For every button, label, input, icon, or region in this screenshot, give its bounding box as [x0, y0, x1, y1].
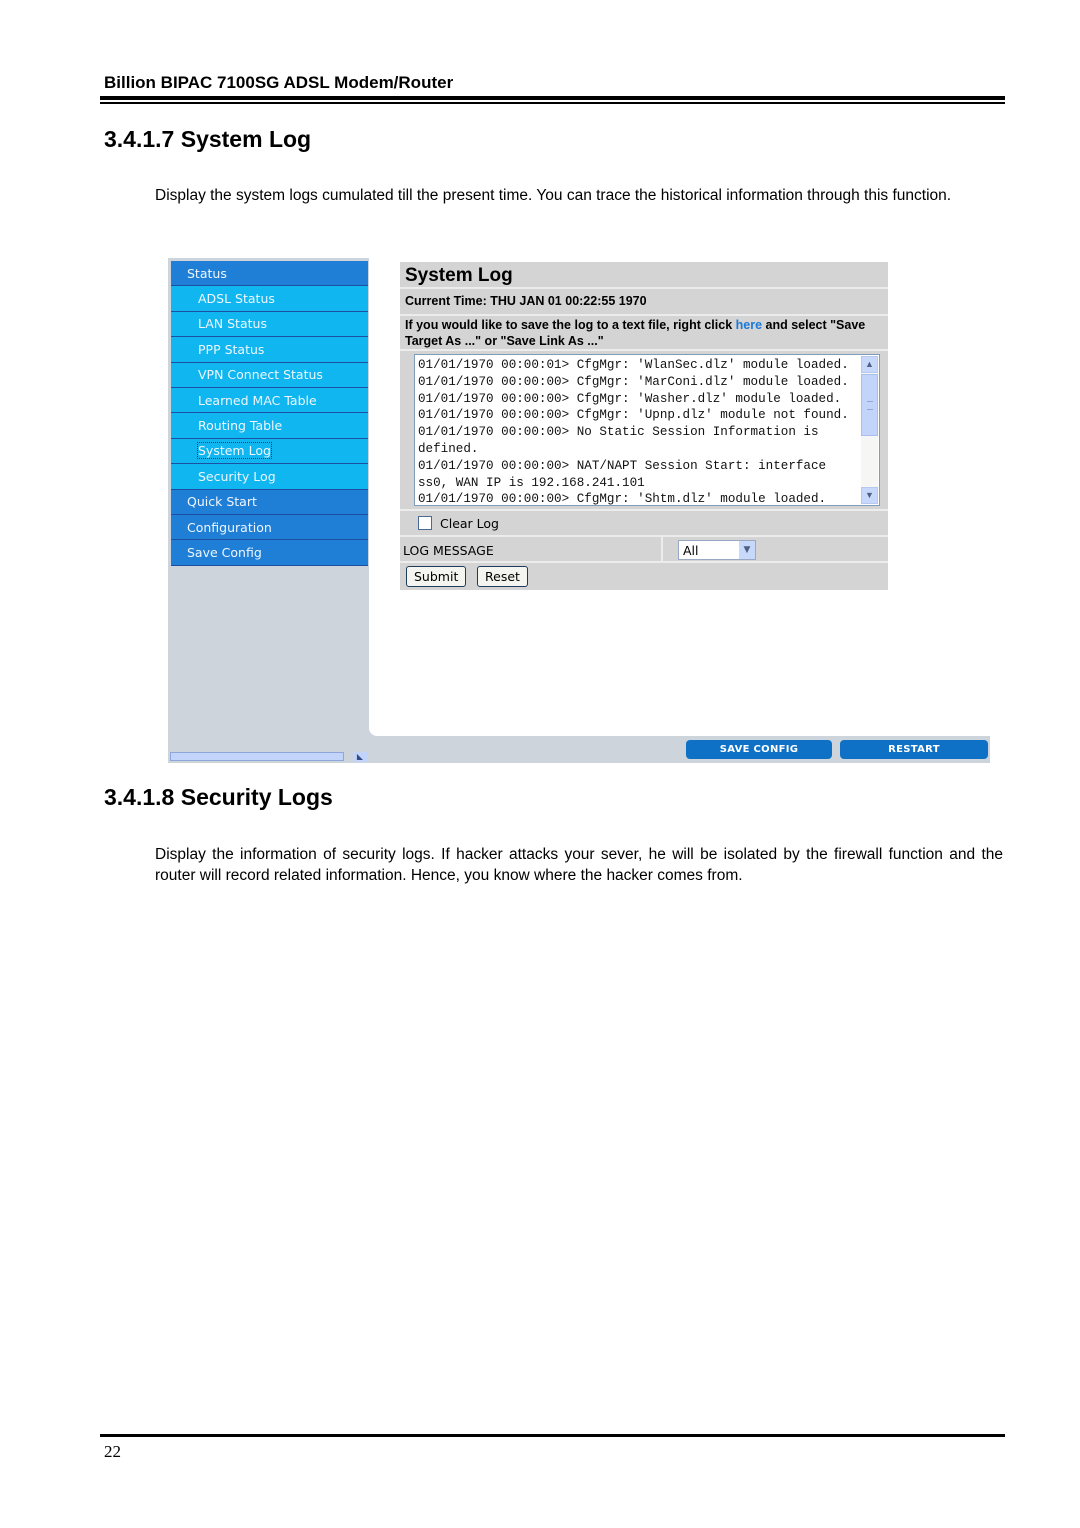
- horizontal-scrollbar[interactable]: [170, 752, 344, 761]
- log-line: 01/01/1970 00:00:01> CfgMgr: 'WlanSec.dl…: [418, 358, 849, 372]
- chevron-down-icon[interactable]: ▼: [739, 541, 755, 559]
- section-paragraph-system-log: Display the system logs cumulated till t…: [155, 187, 952, 204]
- scroll-down-icon[interactable]: ▼: [861, 487, 878, 504]
- log-textarea[interactable]: 01/01/1970 00:00:01> CfgMgr: 'WlanSec.dl…: [414, 354, 880, 506]
- sidebar-item-lan-status[interactable]: LAN Status: [171, 311, 368, 338]
- sidebar-item-learned-mac-table[interactable]: Learned MAC Table: [171, 387, 368, 414]
- save-log-hint: If you would like to save the log to a t…: [400, 316, 888, 351]
- log-line: 01/01/1970 00:00:00> CfgMgr: 'Shtm.dlz' …: [418, 492, 827, 507]
- sidebar-item-label: PPP Status: [198, 341, 265, 357]
- log-line: 01/01/1970 00:00:00> NAT/NAPT Session St…: [418, 458, 827, 473]
- clear-log-checkbox[interactable]: [418, 516, 432, 530]
- sidebar-item-label: LAN Status: [198, 316, 267, 332]
- sidebar-item-quick-start[interactable]: Quick Start: [171, 489, 368, 515]
- resize-icon[interactable]: ◣: [353, 752, 367, 762]
- panel-title: System Log: [400, 262, 888, 289]
- router-ui-screenshot: Status ADSL Status LAN Status PPP Status…: [168, 258, 990, 763]
- sidebar-item-configuration[interactable]: Configuration: [171, 514, 368, 541]
- sidebar-item-label: Security Log: [198, 468, 276, 484]
- restart-button[interactable]: RESTART: [840, 740, 988, 759]
- sidebar-item-status[interactable]: Status: [171, 261, 368, 287]
- current-time-value: THU JAN 01 00:22:55 1970: [490, 294, 647, 308]
- sidebar-item-label: Learned MAC Table: [198, 392, 317, 408]
- form-buttons-row: Submit Reset: [400, 563, 888, 590]
- sidebar-item-label: VPN Connect Status: [198, 367, 323, 383]
- current-time: Current Time: THU JAN 01 00:22:55 1970: [400, 289, 888, 316]
- save-config-button[interactable]: SAVE CONFIG: [686, 740, 832, 759]
- header-rule-thin: [100, 102, 1005, 104]
- sidebar-item-label: Quick Start: [187, 494, 257, 510]
- sidebar-item-vpn-connect-status[interactable]: VPN Connect Status: [171, 362, 368, 388]
- log-line: 01/01/1970 00:00:00> CfgMgr: 'Washer.dlz…: [418, 391, 842, 406]
- log-line: ss0, WAN IP is 192.168.241.101: [418, 475, 645, 490]
- current-time-label: Current Time:: [405, 294, 487, 308]
- sidebar-item-label: Status: [187, 265, 227, 281]
- scroll-up-icon[interactable]: ▲: [861, 356, 878, 373]
- section-title-system-log: 3.4.1.7 System Log: [104, 126, 312, 152]
- sidebar-item-routing-table[interactable]: Routing Table: [171, 413, 368, 439]
- sidebar-item-save-config[interactable]: Save Config: [171, 540, 368, 566]
- log-message-label: LOG MESSAGE: [403, 543, 494, 558]
- header-rule: [100, 96, 1005, 100]
- log-scrollbar[interactable]: ▲ ▼: [861, 356, 878, 504]
- scroll-grip-icon: [867, 401, 873, 410]
- sidebar-item-security-log[interactable]: Security Log: [171, 464, 368, 490]
- sidebar-item-label: Routing Table: [198, 418, 283, 434]
- system-log-panel: System Log Current Time: THU JAN 01 00:2…: [400, 262, 888, 590]
- sidebar-item-label: ADSL Status: [198, 291, 275, 307]
- log-line: 01/01/1970 00:00:00> CfgMgr: 'MarConi.dl…: [418, 374, 849, 389]
- submit-button[interactable]: Submit: [406, 566, 467, 587]
- log-line: 01/01/1970 00:00:00> CfgMgr: 'Upnp.dlz' …: [418, 408, 849, 423]
- scroll-thumb[interactable]: [861, 374, 878, 436]
- log-line: defined.: [418, 441, 479, 456]
- footer-rule: [100, 1434, 1005, 1437]
- clear-log-label: Clear Log: [440, 515, 499, 531]
- sidebar-nav: Status ADSL Status LAN Status PPP Status…: [171, 261, 368, 566]
- log-message-select[interactable]: All ▼: [678, 540, 756, 560]
- sidebar-item-label: System Log: [197, 442, 272, 460]
- reset-button[interactable]: Reset: [477, 566, 528, 587]
- log-message-selected: All: [683, 543, 699, 558]
- sidebar-item-label: Configuration: [187, 519, 272, 535]
- page-number: 22: [104, 1442, 121, 1461]
- log-content: 01/01/1970 00:00:01> CfgMgr: 'WlanSec.dl…: [418, 357, 858, 508]
- log-row: 01/01/1970 00:00:01> CfgMgr: 'WlanSec.dl…: [400, 351, 888, 511]
- section-title-security-logs: 3.4.1.8 Security Logs: [104, 784, 333, 810]
- running-header: Billion BIPAC 7100SG ADSL Modem/Router: [104, 73, 454, 92]
- sidebar-item-ppp-status[interactable]: PPP Status: [171, 337, 368, 363]
- sidebar-item-adsl-status[interactable]: ADSL Status: [171, 286, 368, 312]
- section-paragraph-security-logs: Display the information of security logs…: [155, 846, 1003, 884]
- log-message-row: LOG MESSAGE All ▼: [400, 537, 888, 563]
- log-line: 01/01/1970 00:00:00> No Static Session I…: [418, 425, 819, 440]
- save-hint-text: If you would like to save the log to a t…: [405, 318, 736, 332]
- cell-divider: [661, 537, 663, 563]
- sidebar-item-system-log[interactable]: System Log: [171, 438, 368, 465]
- clear-log-row: Clear Log: [400, 511, 888, 537]
- here-link[interactable]: here: [736, 318, 762, 332]
- sidebar-item-label: Save Config: [187, 544, 262, 560]
